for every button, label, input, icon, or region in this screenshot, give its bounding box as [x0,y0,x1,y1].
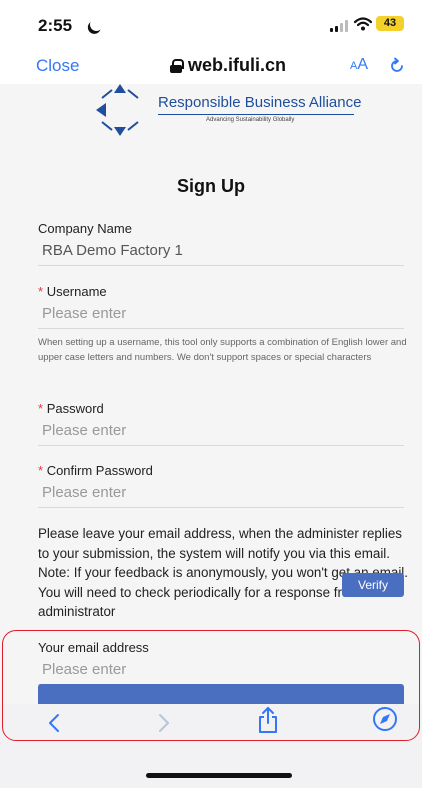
company-name-field[interactable]: RBA Demo Factory 1 [38,238,404,266]
url-text: web.ifuli.cn [188,55,287,75]
page-title: Sign Up [177,176,245,196]
share-icon[interactable] [257,706,279,734]
verify-button[interactable]: Verify [342,573,404,597]
password-label: * Password [38,401,104,416]
compass-icon[interactable] [372,706,398,732]
close-button[interactable]: Close [36,56,79,76]
submit-button[interactable] [38,684,404,704]
required-mark: * [38,401,44,416]
username-input[interactable]: Please enter [38,301,404,329]
logo-title: Responsible Business Alliance [158,94,362,111]
home-indicator [146,773,292,778]
username-label: * Username [38,284,107,299]
signal-icon [330,20,350,32]
logo-mark-icon [96,84,139,136]
username-hint: When setting up a username, this tool on… [38,337,407,363]
moon-icon [88,16,105,33]
reload-icon[interactable] [388,57,406,75]
text-size-large: A [357,56,369,73]
back-icon[interactable] [46,712,62,734]
required-mark: * [38,284,44,299]
email-label: Your email address [38,640,149,655]
confirm-password-input[interactable]: Please enter [38,480,404,508]
forward-icon[interactable] [156,712,172,734]
battery-icon: 43 [376,16,404,31]
password-input[interactable]: Please enter [38,418,404,446]
password-label-text: Password [46,401,104,416]
required-mark: * [38,463,44,478]
wifi-icon [354,17,372,31]
logo-divider [158,114,354,115]
browser-nav-bar: Close web.ifuli.cn AA [0,44,422,84]
company-name-label: Company Name [38,221,132,236]
confirm-password-label: * Confirm Password [38,463,153,478]
rba-logo: Responsible Business Alliance Advancing … [90,84,361,136]
lock-icon [170,58,184,73]
logo-subtitle: Advancing Sustainability Globally [206,117,295,123]
status-time: 2:55 [38,16,73,35]
address-bar[interactable]: web.ifuli.cn [170,55,286,76]
username-label-text: Username [46,284,107,299]
status-bar: 2:55 43 [0,0,422,44]
web-content: Responsible Business Alliance Advancing … [0,84,422,704]
browser-toolbar [0,704,422,788]
text-size-button[interactable]: AA [350,56,368,74]
email-input[interactable]: Please enter [38,657,338,685]
confirm-password-label-text: Confirm Password [46,463,153,478]
